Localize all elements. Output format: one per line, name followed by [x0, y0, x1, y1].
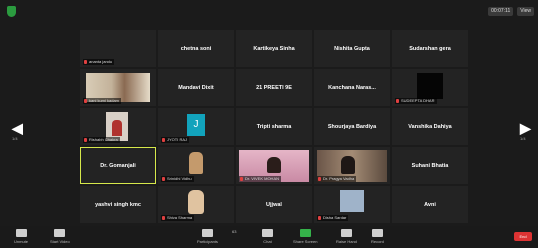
participant-name: Vanshika Dahiya: [408, 123, 452, 130]
profile-picture: [417, 73, 443, 99]
participant-label: JYOTI RAJ: [161, 137, 190, 143]
avatar-initial-j: J: [187, 114, 205, 136]
unmute-button[interactable]: Unmute: [14, 229, 28, 244]
muted-mic-icon: [162, 177, 165, 181]
participant-tile[interactable]: SUDEEPTA DHAR: [392, 69, 468, 106]
participant-name: Nishita Gupta: [334, 45, 370, 52]
participant-name: Kanchana Naras...: [328, 84, 376, 91]
raise-hand-button[interactable]: Raise Hand: [336, 229, 357, 244]
participant-tile[interactable]: Disha Sardar: [314, 186, 390, 223]
profile-picture: [188, 190, 204, 214]
participant-name: Ujjwal: [266, 201, 282, 208]
participant-tile[interactable]: Rishabh Chakra: [80, 108, 156, 145]
participant-tile[interactable]: kani kumi kadam: [80, 69, 156, 106]
participant-tile[interactable]: Mandavi Dixit: [158, 69, 234, 106]
top-bar: 00:07:11 View: [0, 0, 538, 26]
encryption-shield-icon[interactable]: [7, 6, 16, 17]
meeting-toolbar: Unmute Start Video Participants 63 Chat …: [0, 226, 538, 248]
participant-name: Dr. Gomanjali: [100, 162, 136, 169]
participant-name: Kartikeya Sinha: [253, 45, 295, 52]
participant-tile-active-speaker[interactable]: Dr. Gomanjali: [80, 147, 156, 184]
prev-page-arrow-icon[interactable]: ◀: [12, 120, 23, 137]
muted-mic-icon: [162, 138, 165, 142]
muted-mic-icon: [318, 216, 321, 220]
share-screen-button[interactable]: Share Screen: [293, 229, 317, 244]
participant-tile[interactable]: Kanchana Naras...: [314, 69, 390, 106]
meeting-timer: 00:07:11: [488, 7, 514, 16]
participant-tile[interactable]: Avni: [392, 186, 468, 223]
participant-label: kani kumi kadam: [83, 98, 122, 104]
participant-tile[interactable]: Dr. VIVEK MOHAN: [236, 147, 312, 184]
participant-tile[interactable]: Dr. Pragya Vadha: [314, 147, 390, 184]
gallery-grid: ananta jandu chetna soni Kartikeya Sinha…: [80, 30, 468, 223]
microphone-icon: [15, 229, 27, 237]
participant-label: SUDEEPTA DHAR: [395, 98, 437, 104]
record-icon: [371, 229, 383, 237]
profile-picture: [340, 190, 364, 212]
participant-tile[interactable]: Shourjaya Bardiya: [314, 108, 390, 145]
participant-tile[interactable]: Shiva Sharma: [158, 186, 234, 223]
participant-label: Disha Sardar: [317, 215, 349, 221]
participant-name: Mandavi Dixit: [178, 84, 214, 91]
muted-mic-icon: [318, 177, 321, 181]
participant-label: Rishabh Chakra: [83, 137, 120, 143]
muted-mic-icon: [84, 99, 87, 103]
participant-tile[interactable]: Suhani Bhatia: [392, 147, 468, 184]
profile-picture: [189, 152, 203, 174]
participant-name: Sudarshan gera: [409, 45, 451, 52]
people-icon: [201, 229, 213, 237]
participants-count: 63: [232, 229, 237, 234]
share-screen-icon: [299, 229, 311, 237]
participant-name: yashvi singh kmc: [95, 201, 141, 208]
muted-mic-icon: [84, 60, 87, 64]
participant-tile[interactable]: ananta jandu: [80, 30, 156, 67]
participant-name: Tripti sharma: [256, 123, 292, 130]
participant-tile[interactable]: yashvi singh kmc: [80, 186, 156, 223]
start-video-button[interactable]: Start Video: [50, 229, 70, 244]
participant-tile[interactable]: Kartikeya Sinha: [236, 30, 312, 67]
participant-tile[interactable]: Tripti sharma: [236, 108, 312, 145]
participant-tile[interactable]: 21 PREETI 9E: [236, 69, 312, 106]
participants-button[interactable]: Participants: [197, 229, 218, 244]
hand-icon: [340, 229, 352, 237]
participant-tile[interactable]: chetna soni: [158, 30, 234, 67]
prev-page-number: 1/4: [12, 136, 18, 141]
muted-mic-icon: [240, 177, 243, 181]
participant-name: Suhani Bhatia: [411, 162, 449, 169]
next-page-number: 1/4: [520, 136, 526, 141]
participant-tile[interactable]: J JYOTI RAJ: [158, 108, 234, 145]
participant-tile[interactable]: Vanshika Dahiya: [392, 108, 468, 145]
participant-tile[interactable]: Ujjwal: [236, 186, 312, 223]
muted-mic-icon: [396, 99, 399, 103]
chat-icon: [262, 229, 273, 237]
participant-name: chetna soni: [180, 45, 212, 52]
next-page-arrow-icon[interactable]: ▶: [520, 120, 531, 137]
view-button[interactable]: View: [517, 7, 534, 16]
participant-name: Avni: [424, 201, 436, 208]
chat-button[interactable]: Chat: [262, 229, 273, 244]
muted-mic-icon: [162, 216, 165, 220]
participant-label: Shiva Sharma: [161, 215, 195, 221]
top-right-controls: 00:07:11 View: [488, 7, 534, 16]
participant-label: Dr. Pragya Vadha: [317, 176, 357, 182]
participant-label: ananta jandu: [83, 59, 115, 65]
participant-name: Shourjaya Bardiya: [327, 123, 377, 130]
participant-tile[interactable]: Srinidhi Vidhu: [158, 147, 234, 184]
end-meeting-button[interactable]: End: [514, 232, 532, 241]
muted-mic-icon: [84, 138, 87, 142]
participant-tile[interactable]: Sudarshan gera: [392, 30, 468, 67]
participant-label: Dr. VIVEK MOHAN: [239, 176, 282, 182]
participant-name: 21 PREETI 9E: [256, 84, 292, 91]
camera-icon: [54, 229, 66, 237]
record-button[interactable]: Record: [371, 229, 384, 244]
participant-label: Srinidhi Vidhu: [161, 176, 194, 182]
participant-tile[interactable]: Nishita Gupta: [314, 30, 390, 67]
